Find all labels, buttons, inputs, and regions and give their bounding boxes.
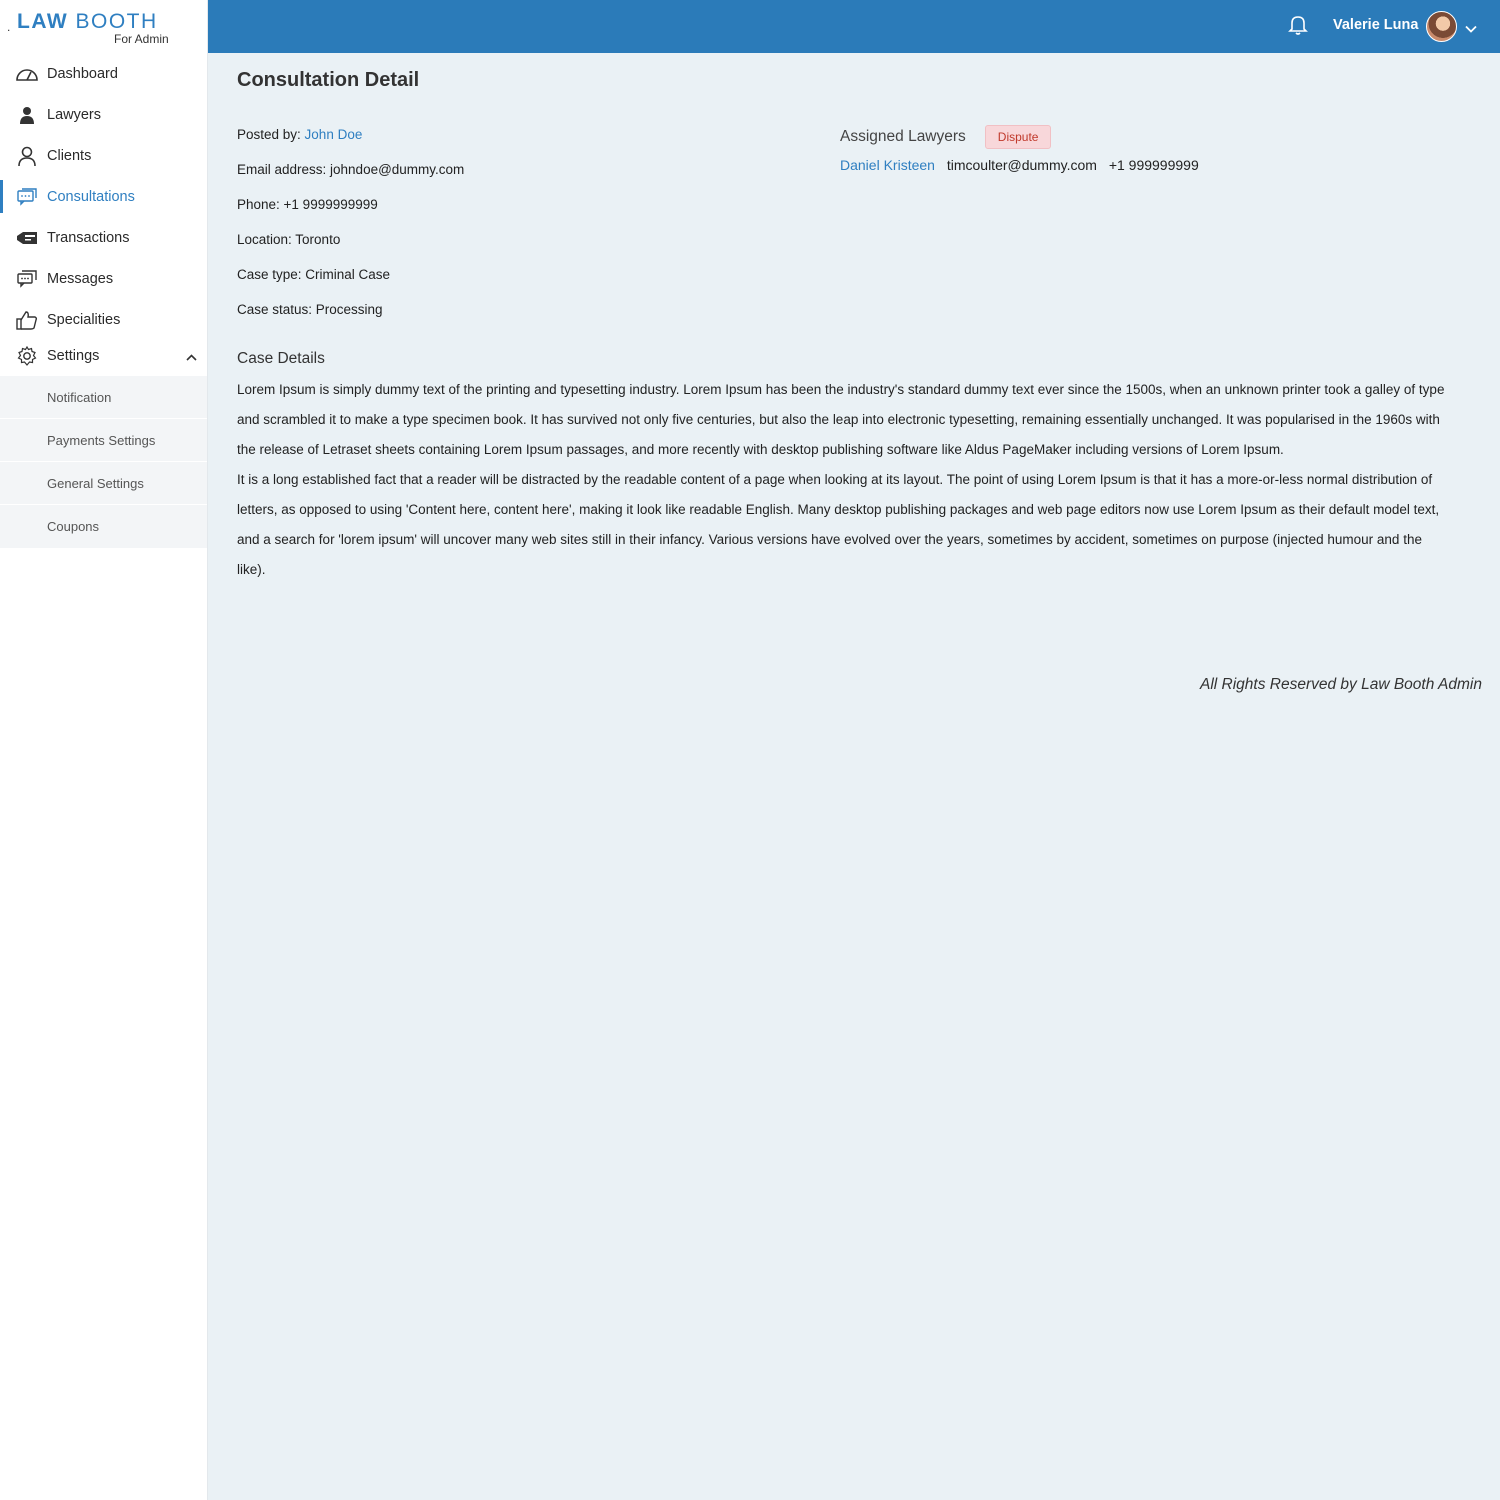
client-icon [14, 145, 40, 167]
sidebar-item-consultations[interactable]: Consultations [0, 176, 207, 217]
avatar[interactable] [1426, 11, 1457, 42]
assigned-lawyers-header: Assigned Lawyers Dispute [840, 125, 1199, 149]
phone-row: Phone: +1 9999999999 [237, 197, 378, 212]
submenu-item-notification[interactable]: Notification [0, 376, 207, 419]
logo-booth: BOOTH [75, 10, 158, 33]
sidebar-item-lawyers[interactable]: Lawyers [0, 94, 207, 135]
consultations-icon [14, 186, 40, 208]
main-content: Consultation Detail Posted by: John Doe … [225, 53, 1500, 1500]
logo-subtitle: For Admin [114, 32, 169, 46]
sidebar-item-label: Consultations [47, 188, 135, 205]
bell-icon[interactable] [1288, 14, 1308, 41]
thumbs-up-icon [14, 309, 40, 331]
sidebar-item-label: Dashboard [47, 65, 118, 82]
assigned-lawyers: Assigned Lawyers Dispute Daniel Kristeen… [840, 125, 1199, 173]
sidebar-item-label: Clients [47, 147, 92, 164]
email-row: Email address: johndoe@dummy.com [237, 162, 465, 177]
lawyer-phone: +1 999999999 [1108, 157, 1199, 173]
dashboard-icon [14, 63, 40, 85]
location-row: Location: Toronto [237, 232, 341, 247]
settings-submenu: Notification Payments Settings General S… [0, 376, 207, 548]
sidebar-item-messages[interactable]: Messages [0, 258, 207, 299]
sidebar: . LAW BOOTH For Admin Dashboard Lawyers … [0, 0, 208, 1500]
footer-text: All Rights Reserved by Law Booth Admin [1199, 676, 1482, 693]
posted-by-row: Posted by: John Doe [237, 127, 464, 162]
sidebar-item-dashboard[interactable]: Dashboard [0, 53, 207, 94]
sidebar-item-label: Settings [47, 348, 100, 364]
status-badge: Dispute [984, 125, 1052, 149]
sidebar-item-settings[interactable]: Settings [0, 340, 207, 372]
case-paragraph: Lorem Ipsum is simply dummy text of the … [237, 382, 1445, 457]
top-bar: Valerie Luna [208, 0, 1500, 53]
submenu-item-coupons[interactable]: Coupons [0, 505, 207, 548]
page-title: Consultation Detail [237, 69, 420, 91]
sidebar-item-transactions[interactable]: Transactions [0, 217, 207, 258]
case-status-row: Case status: Processing [237, 302, 383, 317]
case-type-row: Case type: Criminal Case [237, 267, 391, 282]
sidebar-item-specialities[interactable]: Specialities [0, 299, 207, 340]
lawyer-row: Daniel Kristeen timcoulter@dummy.com +1 … [840, 157, 1199, 173]
logo-wordmark: LAW BOOTH [17, 10, 158, 34]
submenu-item-general-settings[interactable]: General Settings [0, 462, 207, 505]
user-name[interactable]: Valerie Luna [1333, 17, 1418, 33]
case-details-text: Lorem Ipsum is simply dummy text of the … [237, 375, 1447, 585]
sidebar-item-label: Messages [47, 270, 114, 287]
chevron-down-icon[interactable] [1465, 20, 1477, 38]
lawyer-email: timcoulter@dummy.com [946, 157, 1097, 173]
case-details-title: Case Details [237, 350, 325, 367]
logo-dot: . [7, 20, 11, 34]
logo-law: LAW [17, 10, 69, 33]
gear-icon [14, 345, 40, 367]
sidebar-nav: Dashboard Lawyers Clients Consultations … [0, 53, 207, 372]
assigned-lawyers-title: Assigned Lawyers [840, 128, 966, 145]
brand-logo[interactable]: . LAW BOOTH For Admin [0, 0, 207, 53]
sidebar-item-label: Specialities [47, 311, 121, 328]
case-paragraph: It is a long established fact that a rea… [237, 472, 1440, 577]
messages-icon [14, 268, 40, 290]
sidebar-item-label: Lawyers [47, 106, 101, 123]
lawyer-name-link[interactable]: Daniel Kristeen [840, 157, 935, 173]
consultation-info: Posted by: John Doe Email address: johnd… [237, 127, 464, 337]
transactions-icon [14, 227, 40, 249]
sidebar-item-label: Transactions [47, 229, 130, 246]
submenu-item-payments-settings[interactable]: Payments Settings [0, 419, 207, 462]
posted-by-link[interactable]: John Doe [305, 127, 363, 142]
sidebar-item-clients[interactable]: Clients [0, 135, 207, 176]
posted-by-label: Posted by: [237, 127, 305, 142]
chevron-up-icon [186, 349, 197, 365]
lawyer-icon [14, 104, 40, 126]
